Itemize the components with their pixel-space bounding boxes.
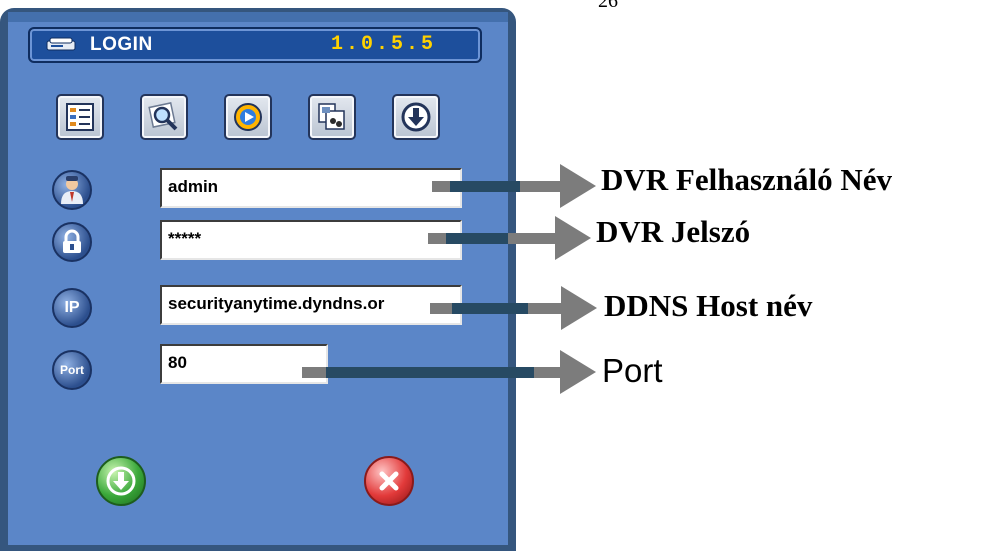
arrow-host <box>430 303 564 314</box>
list-icon <box>66 103 94 131</box>
login-button[interactable] <box>96 456 146 506</box>
window-title: LOGIN <box>90 34 153 55</box>
download-icon <box>401 102 431 132</box>
port-icon: Port <box>52 350 92 390</box>
dvr-icon <box>46 37 76 51</box>
version-label: 1.0.5.5 <box>330 33 436 56</box>
arrow-password <box>428 233 558 244</box>
toolbar-button-images[interactable] <box>308 94 356 140</box>
arrow-head-password <box>555 216 591 260</box>
cancel-button[interactable] <box>364 456 414 506</box>
title-bar: LOGIN 1.0.5.5 <box>28 27 482 63</box>
annotation-password: DVR Jelszó <box>596 214 751 249</box>
toolbar-button-list[interactable] <box>56 94 104 140</box>
toolbar-button-playback[interactable] <box>224 94 272 140</box>
arrow-head-username <box>560 164 596 208</box>
page-number: 26 <box>598 0 618 12</box>
toolbar-button-search[interactable] <box>140 94 188 140</box>
close-icon <box>379 471 399 491</box>
images-icon <box>318 103 345 130</box>
toolbar-button-download[interactable] <box>392 94 440 140</box>
ddns-host-field[interactable]: securityanytime.dyndns.or <box>160 285 462 325</box>
arrow-username <box>432 181 564 192</box>
user-icon <box>52 170 92 210</box>
search-icon <box>148 102 178 131</box>
password-field[interactable]: ***** <box>160 220 462 260</box>
login-window <box>0 8 516 551</box>
arrow-head-host <box>561 286 597 330</box>
annotation-port: Port <box>602 352 663 389</box>
arrow-port <box>302 367 564 378</box>
ip-icon: IP <box>52 288 92 328</box>
lock-icon <box>52 222 92 262</box>
port-field[interactable]: 80 <box>160 344 328 384</box>
login-icon <box>106 466 136 496</box>
username-field[interactable]: admin <box>160 168 462 208</box>
playback-icon <box>234 103 262 131</box>
arrow-head-port <box>560 350 596 394</box>
annotation-username: DVR Felhasználó Név <box>601 162 893 197</box>
annotation-host: DDNS Host név <box>604 288 813 323</box>
